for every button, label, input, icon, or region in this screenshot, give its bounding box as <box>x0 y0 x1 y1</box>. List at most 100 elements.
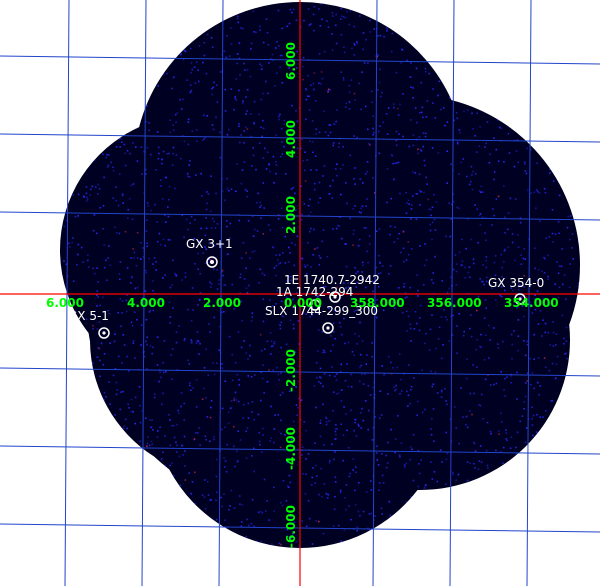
photon-count <box>144 290 147 292</box>
photon-count <box>266 32 269 34</box>
photon-count <box>273 510 275 512</box>
photon-count <box>301 213 303 216</box>
photon-count <box>319 382 322 385</box>
photon-count <box>233 507 236 509</box>
photon-count <box>89 188 92 191</box>
photon-count <box>412 195 414 197</box>
photon-count <box>153 396 156 399</box>
photon-count <box>342 459 344 462</box>
photon-count <box>272 155 275 158</box>
photon-count <box>155 269 157 271</box>
photon-count <box>230 400 233 402</box>
photon-count <box>195 378 198 381</box>
photon-count <box>169 286 172 289</box>
photon-count <box>119 137 122 140</box>
photon-count <box>162 371 165 374</box>
photon-count <box>181 279 183 281</box>
photon-count <box>483 317 486 319</box>
photon-count <box>480 185 483 188</box>
photon-count <box>435 201 438 203</box>
photon-count <box>569 238 571 241</box>
photon-count <box>414 172 417 174</box>
photon-count <box>517 335 520 337</box>
photon-count <box>212 86 215 89</box>
photon-count <box>233 399 235 401</box>
photon-count <box>523 315 525 318</box>
photon-count <box>213 268 215 270</box>
photon-count <box>407 394 410 397</box>
photon-count <box>266 151 269 153</box>
photon-count <box>347 447 350 449</box>
photon-count <box>423 264 426 267</box>
photon-count <box>246 195 249 198</box>
photon-count <box>419 112 421 114</box>
photon-count <box>359 178 362 180</box>
photon-count <box>362 182 364 184</box>
photon-count <box>425 332 427 335</box>
photon-count <box>171 424 173 427</box>
photon-count <box>489 430 492 433</box>
photon-count <box>360 364 362 367</box>
photon-count <box>378 417 381 419</box>
photon-count <box>160 185 162 187</box>
photon-count <box>82 261 84 263</box>
photon-count <box>319 257 322 259</box>
photon-count <box>268 62 270 64</box>
photon-count <box>470 335 473 338</box>
photon-count <box>517 349 519 352</box>
photon-count <box>373 131 375 134</box>
photon-count <box>230 88 233 90</box>
photon-count <box>412 144 415 147</box>
photon-count <box>199 444 201 446</box>
photon-count <box>334 375 336 378</box>
photon-count <box>201 494 204 496</box>
photon-count <box>326 20 328 22</box>
photon-count <box>170 354 172 356</box>
photon-count <box>114 414 116 416</box>
photon-count <box>198 45 201 47</box>
photon-count <box>261 511 264 514</box>
photon-count <box>236 460 239 463</box>
photon-count <box>506 439 508 442</box>
photon-count <box>350 79 353 81</box>
photon-count <box>213 81 215 84</box>
photon-count <box>541 270 543 273</box>
photon-count <box>393 106 395 109</box>
photon-count <box>234 361 237 364</box>
photon-count <box>251 411 253 413</box>
photon-count <box>402 230 405 232</box>
photon-count <box>446 403 448 406</box>
photon-count <box>178 325 180 327</box>
photon-count <box>224 88 227 91</box>
photon-count <box>134 396 137 399</box>
photon-count <box>176 112 179 114</box>
photon-count <box>102 204 105 207</box>
photon-count <box>184 479 187 481</box>
photon-count <box>219 71 222 73</box>
photon-count <box>80 246 83 249</box>
photon-count <box>347 341 350 344</box>
photon-count <box>236 62 238 65</box>
photon-count <box>353 429 355 432</box>
photon-count <box>531 406 533 409</box>
photon-count <box>360 427 362 429</box>
photon-count <box>554 378 557 380</box>
photon-count <box>130 184 133 187</box>
photon-count <box>361 407 363 410</box>
photon-count <box>226 443 228 446</box>
photon-count <box>262 127 265 130</box>
photon-count <box>85 192 88 195</box>
photon-count <box>172 146 175 149</box>
photon-count <box>260 399 262 402</box>
photon-count <box>102 296 104 299</box>
photon-count <box>230 188 233 191</box>
photon-count <box>366 198 368 200</box>
photon-count <box>68 242 70 245</box>
photon-count <box>543 188 546 190</box>
photon-count <box>497 343 499 345</box>
photon-count <box>256 230 259 232</box>
photon-count <box>269 170 271 173</box>
photon-count <box>173 76 175 78</box>
photon-count <box>118 273 121 275</box>
photon-count <box>418 463 420 465</box>
